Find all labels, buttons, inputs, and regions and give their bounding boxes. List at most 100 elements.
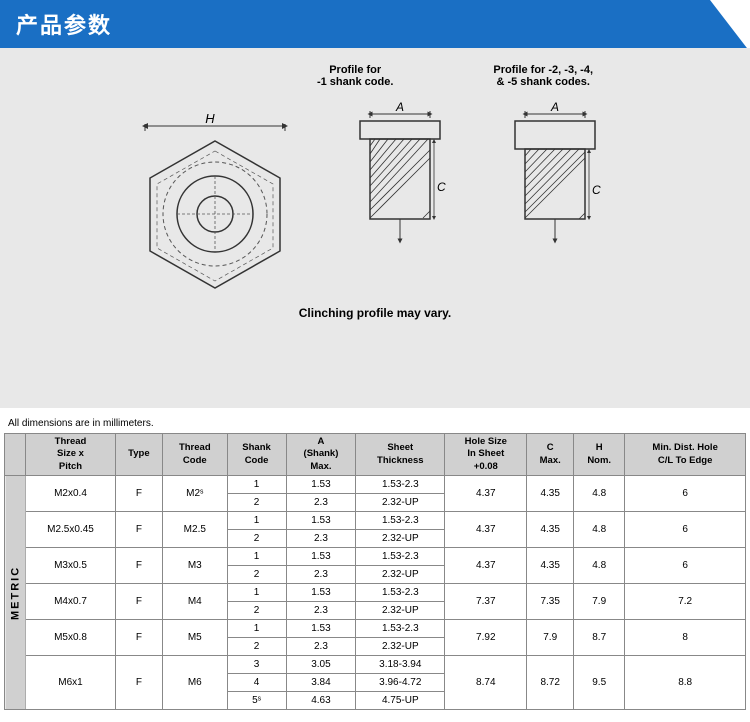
cell-shank-code: 2: [227, 602, 286, 620]
cell-a-max: 1.53: [286, 548, 356, 566]
cell-sheet-thickness: 2.32-UP: [356, 530, 445, 548]
cell-c-max: 7.35: [527, 584, 574, 620]
cell-type: F: [115, 584, 162, 620]
col-header-sheet: SheetThickness: [356, 434, 445, 476]
cell-h-nom: 4.8: [574, 476, 625, 512]
cell-hole-size: 7.37: [445, 584, 527, 620]
table-row: M6x1FM633.053.18-3.948.748.729.58.8: [5, 656, 746, 674]
cell-hole-size: 7.92: [445, 620, 527, 656]
cell-edge: 6: [625, 476, 746, 512]
cell-shank-code: 1: [227, 512, 286, 530]
cell-a-max: 2.3: [286, 494, 356, 512]
cell-sheet-thickness: 2.32-UP: [356, 602, 445, 620]
cell-a-max: 1.53: [286, 620, 356, 638]
diagram-area: H: [125, 96, 625, 296]
label-profile1: Profile for -1 shank code.: [317, 64, 393, 88]
cell-a-max: 2.3: [286, 530, 356, 548]
cell-sheet-thickness: 2.32-UP: [356, 494, 445, 512]
col-header-hole: Hole SizeIn Sheet+0.08: [445, 434, 527, 476]
page-title: 产品参数: [16, 8, 112, 40]
cell-edge: 7.2: [625, 584, 746, 620]
cell-sheet-thickness: 1.53-2.3: [356, 476, 445, 494]
cell-thread-size: M5x0.8: [26, 620, 115, 656]
cell-sheet-thickness: 1.53-2.3: [356, 584, 445, 602]
cell-c-max: 7.9: [527, 620, 574, 656]
cell-shank-code: 2: [227, 638, 286, 656]
cell-hole-size: 8.74: [445, 656, 527, 710]
table-row: M5x0.8FM511.531.53-2.37.927.98.78: [5, 620, 746, 638]
cell-h-nom: 8.7: [574, 620, 625, 656]
cell-thread-size: M2x0.4: [26, 476, 115, 512]
col-header-metric: [5, 434, 26, 476]
cell-sheet-thickness: 1.53-2.3: [356, 548, 445, 566]
cell-thread-code: M5: [163, 620, 227, 656]
metric-label: METRIC: [5, 476, 26, 710]
cell-thread-size: M2.5x0.45: [26, 512, 115, 548]
cell-h-nom: 7.9: [574, 584, 625, 620]
profile-2345-diagram: A C: [495, 96, 625, 296]
cell-c-max: 8.72: [527, 656, 574, 710]
cell-shank-code: 2: [227, 530, 286, 548]
cell-sheet-thickness: 3.18-3.94: [356, 656, 445, 674]
cell-thread-code: M3: [163, 548, 227, 584]
cell-shank-code: 5ˢ: [227, 692, 286, 710]
cell-hole-size: 4.37: [445, 512, 527, 548]
hex-view-diagram: H: [125, 96, 305, 296]
cell-shank-code: 1: [227, 476, 286, 494]
cell-a-max: 2.3: [286, 602, 356, 620]
cell-thread-code: M6: [163, 656, 227, 710]
table-row: METRICM2x0.4FM2ˢ11.531.53-2.34.374.354.8…: [5, 476, 746, 494]
page-header: 产品参数: [0, 0, 750, 48]
cell-a-max: 3.84: [286, 674, 356, 692]
cell-a-max: 1.53: [286, 584, 356, 602]
cell-a-max: 2.3: [286, 638, 356, 656]
col-header-type: Type: [115, 434, 162, 476]
clinching-note: Clinching profile may vary.: [299, 306, 451, 320]
table-row: M4x0.7FM411.531.53-2.37.377.357.97.2: [5, 584, 746, 602]
cell-edge: 6: [625, 548, 746, 584]
cell-shank-code: 3: [227, 656, 286, 674]
cell-sheet-thickness: 1.53-2.3: [356, 512, 445, 530]
cell-c-max: 4.35: [527, 476, 574, 512]
cell-a-max: 4.63: [286, 692, 356, 710]
cell-shank-code: 4: [227, 674, 286, 692]
col-header-thread-code: ThreadCode: [163, 434, 227, 476]
cell-sheet-thickness: 2.32-UP: [356, 566, 445, 584]
cell-h-nom: 4.8: [574, 548, 625, 584]
cell-hole-size: 4.37: [445, 548, 527, 584]
col-header-shank-code: ShankCode: [227, 434, 286, 476]
cell-a-max: 3.05: [286, 656, 356, 674]
cell-type: F: [115, 512, 162, 548]
cell-hole-size: 4.37: [445, 476, 527, 512]
cell-sheet-thickness: 1.53-2.3: [356, 620, 445, 638]
svg-text:H: H: [205, 111, 215, 126]
svg-text:C: C: [437, 180, 446, 194]
cell-thread-code: M2ˢ: [163, 476, 227, 512]
table-section: All dimensions are in millimeters. Threa…: [0, 408, 750, 718]
col-header-thread-size: ThreadSize xPitch: [26, 434, 115, 476]
svg-text:A: A: [395, 100, 404, 114]
parameters-table: ThreadSize xPitch Type ThreadCode ShankC…: [4, 433, 746, 710]
cell-c-max: 4.35: [527, 548, 574, 584]
cell-edge: 8: [625, 620, 746, 656]
cell-a-max: 2.3: [286, 566, 356, 584]
cell-shank-code: 2: [227, 566, 286, 584]
col-header-h: HNom.: [574, 434, 625, 476]
cell-sheet-thickness: 2.32-UP: [356, 638, 445, 656]
cell-shank-code: 1: [227, 548, 286, 566]
cell-h-nom: 4.8: [574, 512, 625, 548]
cell-shank-code: 1: [227, 620, 286, 638]
col-header-c: CMax.: [527, 434, 574, 476]
svg-text:A: A: [550, 100, 559, 114]
cell-h-nom: 9.5: [574, 656, 625, 710]
diagram-section: Profile for -1 shank code. Profile for -…: [0, 48, 750, 408]
cell-c-max: 4.35: [527, 512, 574, 548]
cell-thread-code: M4: [163, 584, 227, 620]
svg-text:C: C: [592, 183, 601, 197]
cell-shank-code: 1: [227, 584, 286, 602]
table-row: M2.5x0.45FM2.511.531.53-2.34.374.354.86: [5, 512, 746, 530]
cell-edge: 8.8: [625, 656, 746, 710]
cell-type: F: [115, 476, 162, 512]
cell-type: F: [115, 620, 162, 656]
cell-a-max: 1.53: [286, 476, 356, 494]
